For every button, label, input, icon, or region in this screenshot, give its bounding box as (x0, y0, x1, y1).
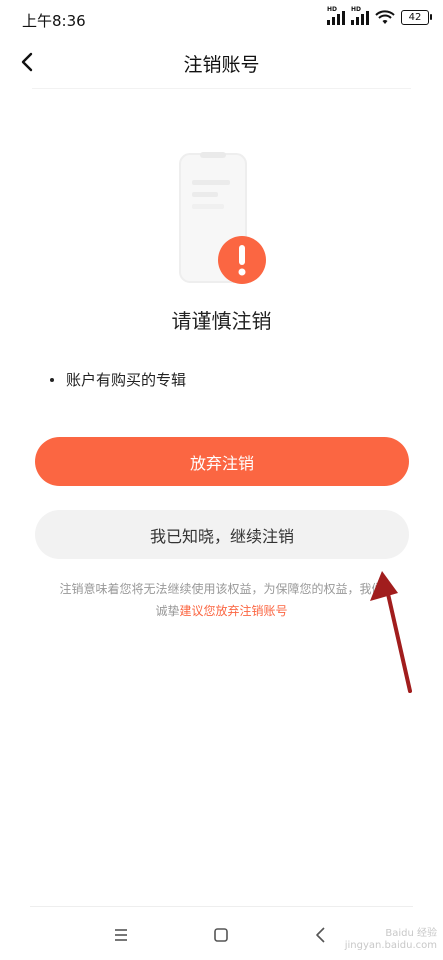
page-title: 注销账号 (183, 54, 260, 76)
hd-label: HD (327, 6, 338, 13)
bullet-dot (50, 377, 54, 382)
hd-label: HD (351, 6, 362, 13)
square-icon (214, 928, 228, 942)
battery-level: 42 (408, 11, 422, 23)
status-bar: 上午8:36 HD HD 42 (0, 0, 443, 36)
reason-item: 账户有购买的专辑 (50, 369, 186, 390)
annotation-arrow-icon (370, 571, 412, 693)
watermark-line-2: jingyan.baidu.com (344, 940, 437, 951)
header: 注销账号 (0, 36, 443, 90)
phone-warning-illustration (179, 152, 266, 284)
signal-icon-2: HD (351, 6, 369, 25)
screen: 上午8:36 HD HD 42 注销账号 请谨慎注销 账户有购买的专辑 放弃注销… (0, 0, 443, 960)
signal-icon-1: HD (327, 6, 345, 25)
watermark: Baidu 经验 jingyan.baidu.com (345, 928, 437, 952)
status-time: 上午8:36 (22, 12, 86, 30)
nav-divider (30, 906, 413, 907)
continue-cancellation-button[interactable]: 我已知晓，继续注销 (35, 510, 409, 559)
nav-back-button[interactable] (310, 924, 332, 946)
nav-menu-button[interactable] (110, 924, 132, 946)
header-divider (32, 88, 411, 89)
battery-icon: 42 (401, 9, 432, 25)
notice-link[interactable]: 建议您放弃注销账号 (180, 604, 288, 618)
nav-home-button[interactable] (210, 924, 232, 946)
reason-text: 账户有购买的专辑 (66, 371, 187, 389)
abandon-cancellation-button[interactable]: 放弃注销 (35, 437, 409, 486)
menu-icon (115, 929, 127, 941)
watermark-line-1: Baidu 经验 (385, 928, 437, 939)
warning-title: 请谨慎注销 (171, 309, 272, 333)
notice-text: 注销意味着您将无法继续使用该权益，为保障您的权益，我们诚挚建议您放弃注销账号 (54, 578, 389, 622)
back-triangle-icon (316, 927, 325, 943)
exclamation-icon (218, 236, 266, 284)
nav-bar: Baidu 经验 jingyan.baidu.com (0, 910, 443, 960)
status-icons: HD HD 42 (327, 6, 432, 25)
wifi-icon (375, 9, 395, 24)
